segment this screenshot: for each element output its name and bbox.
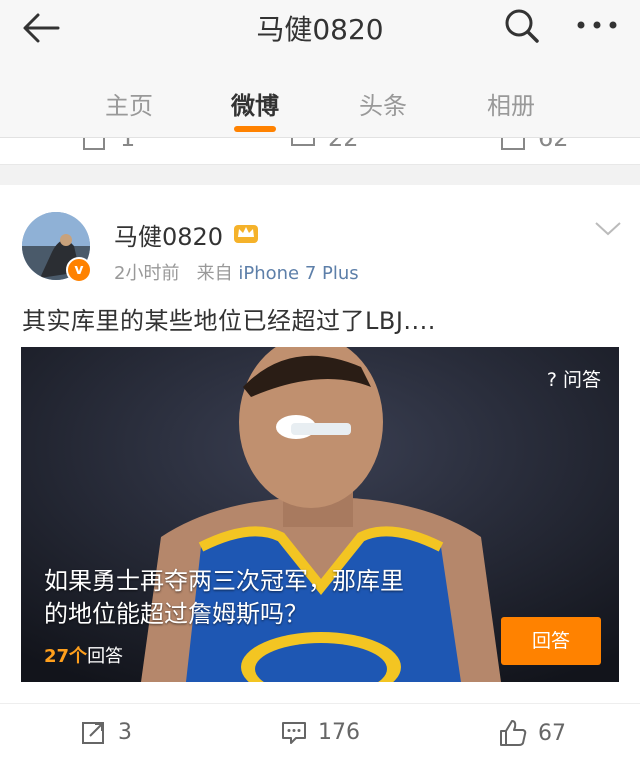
like-button[interactable]: 62	[500, 138, 569, 152]
search-icon	[505, 9, 539, 43]
more-button[interactable]	[572, 10, 622, 40]
repost-icon	[83, 138, 105, 150]
comment-count: 22	[328, 138, 359, 152]
tab-headlines[interactable]: 头条	[338, 86, 428, 121]
verified-badge: v	[66, 257, 92, 283]
crown-icon	[234, 225, 258, 243]
qa-card[interactable]: ? 问答 如果勇士再夺两三次冠军，那库里的地位能超过詹姆斯吗？ 27个回答 回答	[21, 347, 619, 682]
like-button[interactable]: 67	[498, 718, 566, 748]
like-count: 67	[538, 720, 566, 746]
answer-button[interactable]: 回答	[501, 617, 601, 665]
chevron-down-icon[interactable]	[594, 221, 622, 237]
page-title: 马健0820	[256, 13, 384, 46]
post-time: 2小时前	[114, 263, 180, 284]
comment-count: 176	[318, 719, 360, 745]
post-meta: 2小时前 来自 iPhone 7 Plus	[114, 259, 359, 285]
active-tab-indicator	[234, 126, 276, 132]
previous-post-actions: 1 22 62	[0, 138, 640, 165]
repost-count: 3	[118, 719, 132, 745]
profile-tabs: 主页 微博 头条 相册	[0, 62, 640, 138]
tab-album[interactable]: 相册	[466, 86, 556, 121]
repost-button[interactable]: 1	[82, 138, 135, 152]
repost-count: 1	[120, 138, 136, 152]
comment-button[interactable]: 176	[280, 718, 360, 746]
more-dots-icon	[577, 21, 617, 29]
tab-home[interactable]: 主页	[84, 86, 174, 121]
qa-count-label: 回答	[87, 646, 124, 667]
post-username[interactable]: 马健0820	[114, 217, 223, 252]
post-text: 其实库里的某些地位已经超过了LBJ....	[22, 307, 436, 335]
tab-weibo[interactable]: 微博	[210, 86, 300, 121]
post-card: v 马健0820 2小时前 来自 iPhone 7 Plus 其实库里的某些地位…	[0, 185, 640, 767]
thumbs-up-icon	[501, 138, 525, 150]
qa-answer-count: 27个回答	[44, 642, 123, 668]
comment-icon	[282, 722, 306, 744]
search-button[interactable]	[500, 4, 544, 48]
qa-count-number: 27个	[44, 646, 88, 667]
comment-icon	[291, 138, 315, 146]
thumbs-up-icon	[500, 720, 527, 746]
qa-question: 如果勇士再夺两三次冠军，那库里的地位能超过詹姆斯吗？	[44, 567, 404, 628]
repost-icon	[82, 722, 104, 744]
comment-button[interactable]: 22	[290, 138, 359, 152]
repost-button[interactable]: 3	[80, 718, 132, 746]
post-source-link[interactable]: iPhone 7 Plus	[238, 263, 358, 284]
top-bar: 马健0820	[0, 0, 640, 62]
qa-badge: ? 问答	[546, 369, 601, 391]
post-actions: 3 176 67	[0, 703, 640, 767]
post-source-prefix: 来自	[196, 263, 233, 284]
like-count: 62	[538, 138, 569, 152]
